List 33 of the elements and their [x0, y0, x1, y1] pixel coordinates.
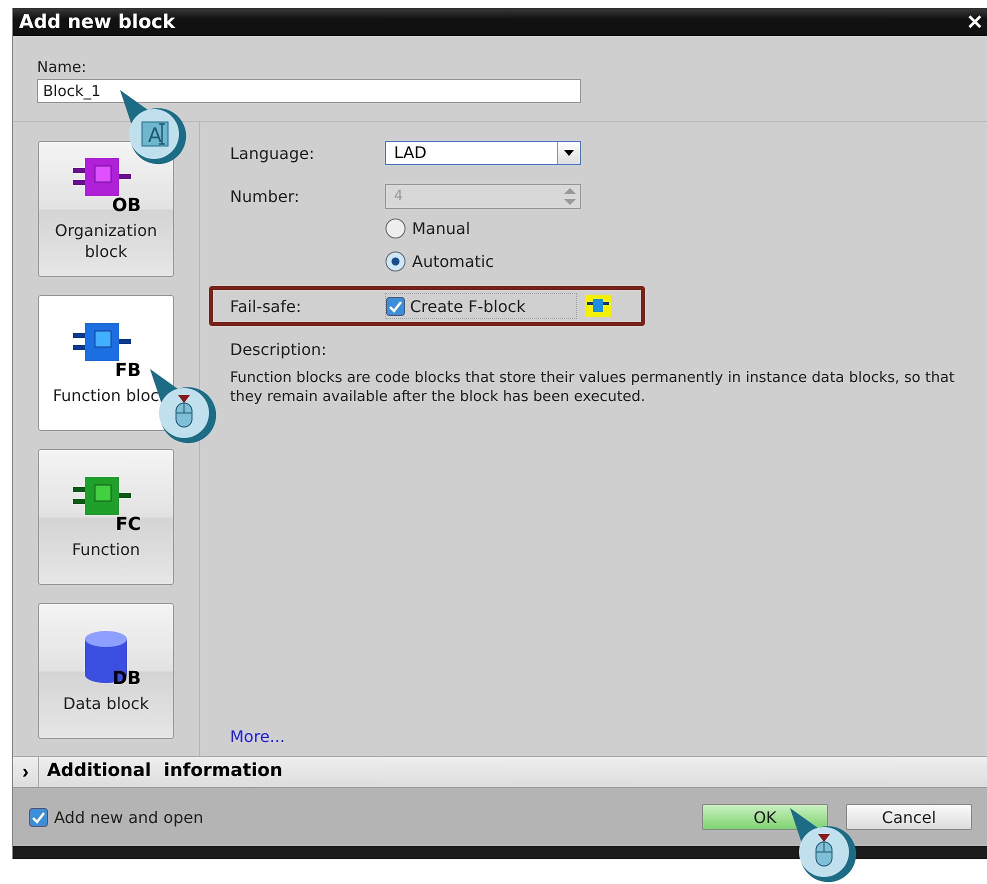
radio-label: Manual — [412, 219, 470, 238]
expand-toggle[interactable]: › — [13, 757, 39, 787]
radio-label: Automatic — [412, 252, 494, 271]
description-label: Description: — [230, 340, 328, 359]
name-field[interactable]: Block_1 — [37, 79, 581, 103]
add-new-and-open-label: Add new and open — [54, 808, 204, 826]
block-type-code: FC — [115, 514, 141, 534]
dropdown-arrow-icon — [564, 150, 574, 156]
checkbox[interactable] — [386, 296, 405, 316]
language-dropdown[interactable]: LAD — [385, 141, 581, 165]
block-type-button[interactable]: FB Function bloc — [38, 295, 174, 431]
name-label: Name: — [37, 58, 88, 76]
block-type-button[interactable]: DB Data block — [38, 603, 174, 739]
more-link[interactable]: More... — [230, 727, 285, 746]
ok-button[interactable]: OK — [702, 804, 828, 830]
block-type-code: OB — [112, 196, 141, 216]
window-title: Add new block — [19, 11, 176, 33]
block-type-code: DB — [112, 668, 141, 688]
block-type-button[interactable]: FC Function — [38, 449, 174, 585]
radio-button[interactable] — [385, 218, 406, 239]
radio-button[interactable] — [385, 251, 406, 272]
cancel-button[interactable]: Cancel — [846, 804, 972, 830]
block-type-button[interactable]: OB Organization block — [38, 141, 174, 277]
number-label: Number: — [230, 186, 300, 206]
language-label: Language: — [230, 144, 316, 162]
description-text: Function blocks are code blocks that store their values permanently in instance data blocks, so that they remain available after the block has been executed. — [230, 369, 955, 407]
additional-information-title: Additional information — [46, 759, 284, 783]
create-f-block-label: Create F-block — [410, 296, 526, 316]
close-button[interactable]: ✕ — [962, 8, 987, 36]
block-type-code: FB — [114, 360, 141, 380]
f-block-icon — [584, 295, 611, 317]
checkbox[interactable] — [29, 808, 48, 826]
fail-safe-label: Fail-safe: — [230, 296, 302, 316]
